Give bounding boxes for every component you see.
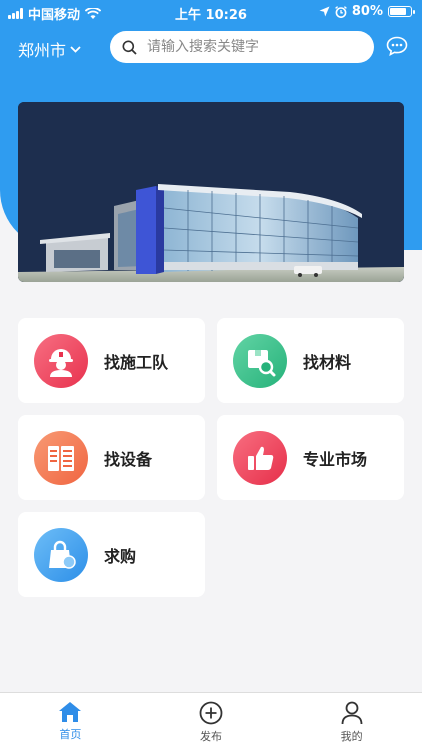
tab-label: 首页	[59, 728, 82, 741]
shopping-bag-icon	[34, 527, 88, 582]
city-selector[interactable]: 郑州市	[18, 37, 81, 61]
category-card-equipment[interactable]: 找设备	[18, 415, 205, 500]
category-label: 求购	[104, 546, 137, 566]
tab-label: 发布	[200, 730, 222, 743]
category-label: 找设备	[104, 449, 153, 469]
tab-publish[interactable]: 发布	[141, 693, 282, 750]
tab-label: 我的	[340, 730, 363, 743]
alarm-icon	[335, 5, 347, 18]
city-label: 郑州市	[18, 41, 67, 60]
equipment-icon	[34, 430, 88, 485]
category-card-construction-team[interactable]: 找施工队	[18, 318, 205, 403]
category-label: 找材料	[303, 352, 352, 372]
worker-icon	[34, 333, 88, 388]
category-label: 专业市场	[303, 449, 368, 469]
status-bar: 中国移动 上午 10:26 80%	[0, 0, 422, 24]
plus-circle-icon	[199, 701, 223, 725]
box-search-icon	[233, 333, 287, 388]
thumbs-up-icon	[233, 430, 287, 485]
category-label: 找施工队	[104, 352, 169, 372]
battery-percent: 80%	[351, 4, 383, 19]
category-card-materials[interactable]: 找材料	[217, 318, 404, 403]
tab-profile[interactable]: 我的	[281, 693, 422, 750]
battery-icon	[388, 6, 415, 17]
search-input[interactable]	[145, 38, 359, 56]
building-illustration	[18, 102, 404, 282]
bottom-tab-bar: 首页 发布 我的	[0, 692, 422, 750]
banner-image[interactable]	[18, 102, 404, 282]
search-icon	[122, 40, 137, 55]
chevron-down-icon	[70, 45, 81, 53]
location-icon	[319, 6, 330, 17]
user-icon	[341, 701, 363, 725]
search-bar[interactable]	[110, 31, 374, 63]
tab-home[interactable]: 首页	[0, 693, 141, 750]
top-header: 郑州市	[0, 28, 422, 68]
message-icon[interactable]	[386, 36, 408, 56]
category-card-professional-market[interactable]: 专业市场	[217, 415, 404, 500]
home-icon	[59, 702, 82, 722]
category-card-purchase-request[interactable]: 求购	[18, 512, 205, 597]
